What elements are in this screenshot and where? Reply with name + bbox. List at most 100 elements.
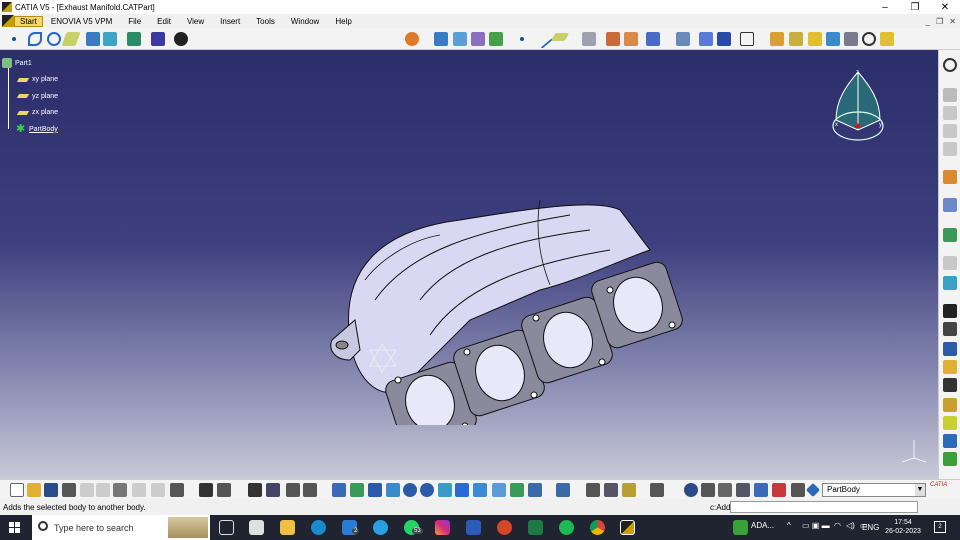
groove-icon[interactable] bbox=[943, 142, 957, 156]
file-explorer-icon[interactable] bbox=[280, 520, 295, 535]
hide-icon[interactable] bbox=[510, 483, 524, 497]
windows-start-icon[interactable] bbox=[9, 522, 20, 533]
boundary-icon[interactable] bbox=[646, 32, 660, 46]
excel-icon[interactable] bbox=[528, 520, 543, 535]
3d-viewport[interactable]: Part1 xy plane yz plane zx plane ✱ PartB… bbox=[0, 50, 938, 479]
chamfer-icon[interactable] bbox=[943, 304, 957, 318]
datum-icon[interactable] bbox=[736, 483, 750, 497]
clock[interactable]: 17:54 26-02-2023 bbox=[880, 518, 926, 536]
excel-tray-icon[interactable] bbox=[733, 520, 748, 535]
law-icon[interactable] bbox=[286, 483, 300, 497]
body-combo[interactable]: PartBody ▼ bbox=[822, 483, 926, 497]
compass-toggle-icon[interactable] bbox=[943, 58, 957, 72]
tools-icon[interactable] bbox=[174, 32, 188, 46]
trim-icon[interactable] bbox=[624, 32, 638, 46]
table-icon[interactable] bbox=[248, 483, 262, 497]
task-view-icon[interactable] bbox=[219, 520, 234, 535]
language-indicator[interactable]: ENG bbox=[862, 523, 879, 532]
fly-mode-icon[interactable] bbox=[332, 483, 346, 497]
measure-between-icon[interactable] bbox=[586, 483, 600, 497]
pattern-icon[interactable] bbox=[717, 32, 731, 46]
tray-app-icons[interactable]: ▭ ▣ ▬ bbox=[802, 521, 830, 530]
doc-minimize-button[interactable]: _ bbox=[926, 17, 930, 26]
shaft-icon[interactable] bbox=[943, 124, 957, 138]
instagram-icon[interactable] bbox=[435, 520, 450, 535]
extract-icon[interactable] bbox=[740, 32, 754, 46]
point-tool-icon[interactable] bbox=[520, 37, 524, 41]
remove-lump-icon[interactable] bbox=[772, 483, 786, 497]
boolean-icon[interactable] bbox=[943, 452, 957, 466]
spline-icon[interactable] bbox=[28, 32, 42, 46]
circle-icon[interactable] bbox=[47, 32, 61, 46]
open-icon[interactable] bbox=[27, 483, 41, 497]
whats-this-icon[interactable] bbox=[170, 483, 184, 497]
axis-system-icon[interactable] bbox=[718, 483, 732, 497]
menu-file[interactable]: File bbox=[120, 17, 149, 26]
multi-view-icon[interactable] bbox=[455, 483, 469, 497]
chevron-down-icon[interactable]: ▼ bbox=[915, 484, 925, 496]
join-icon[interactable] bbox=[582, 32, 596, 46]
menu-insert[interactable]: Insert bbox=[212, 17, 248, 26]
menu-start[interactable]: Start bbox=[14, 15, 43, 27]
extrude-icon[interactable] bbox=[86, 32, 100, 46]
draft-icon[interactable] bbox=[943, 322, 957, 336]
cut-icon[interactable] bbox=[80, 483, 94, 497]
list-icon[interactable] bbox=[791, 483, 805, 497]
inertia-icon[interactable] bbox=[622, 483, 636, 497]
menu-window[interactable]: Window bbox=[283, 17, 327, 26]
measure-item-icon[interactable] bbox=[604, 483, 618, 497]
update-icon[interactable] bbox=[556, 483, 570, 497]
material-icon[interactable] bbox=[789, 32, 803, 46]
knowledge-icon[interactable] bbox=[217, 483, 231, 497]
fillet-icon[interactable] bbox=[943, 276, 957, 290]
widgets-icon[interactable] bbox=[249, 520, 264, 535]
catia-taskbar-icon[interactable] bbox=[620, 520, 635, 535]
tree-node-part[interactable]: Part1 bbox=[2, 55, 58, 72]
revolve-icon[interactable] bbox=[103, 32, 117, 46]
chevron-up-icon[interactable]: ^ bbox=[787, 521, 791, 530]
sketch-icon[interactable] bbox=[943, 198, 957, 212]
wifi-icon[interactable]: ◠ bbox=[834, 521, 841, 530]
volume-icon[interactable]: ◁) bbox=[846, 521, 855, 530]
split-icon[interactable] bbox=[606, 32, 620, 46]
hole-icon[interactable] bbox=[943, 256, 957, 270]
sketcher-icon[interactable] bbox=[405, 32, 419, 46]
notification-icon[interactable]: 2 bbox=[934, 521, 946, 533]
shading-mode-icon[interactable] bbox=[492, 483, 506, 497]
pan-icon[interactable] bbox=[368, 483, 382, 497]
scale-icon[interactable] bbox=[943, 434, 957, 448]
redo-icon[interactable] bbox=[151, 483, 165, 497]
doc-close-button[interactable]: ✕ bbox=[949, 17, 956, 26]
solid-icon[interactable] bbox=[943, 228, 957, 242]
telegram-icon[interactable] bbox=[373, 520, 388, 535]
doc-restore-button[interactable]: ❐ bbox=[936, 17, 943, 26]
edge-icon[interactable] bbox=[311, 520, 326, 535]
fill-icon[interactable] bbox=[489, 32, 503, 46]
surface-icon[interactable] bbox=[453, 32, 467, 46]
view-mode-icon[interactable] bbox=[826, 32, 840, 46]
paste-icon[interactable] bbox=[113, 483, 127, 497]
menu-tools[interactable]: Tools bbox=[248, 17, 283, 26]
shading-icon[interactable] bbox=[808, 32, 822, 46]
photo-icon[interactable] bbox=[650, 483, 664, 497]
normal-view-icon[interactable] bbox=[438, 483, 452, 497]
iso-view-icon[interactable] bbox=[473, 483, 487, 497]
line-icon[interactable] bbox=[533, 29, 553, 49]
insert-body-icon[interactable] bbox=[754, 483, 768, 497]
close-button[interactable]: ✕ bbox=[930, 2, 960, 13]
mirror-icon[interactable] bbox=[943, 398, 957, 412]
exhaust-manifold-model[interactable] bbox=[320, 190, 690, 425]
hide-show-icon[interactable] bbox=[880, 32, 894, 46]
reorder-icon[interactable] bbox=[684, 483, 698, 497]
tree-node-zx-plane[interactable]: zx plane bbox=[2, 105, 58, 122]
compass-icon[interactable]: x y z bbox=[826, 68, 890, 148]
body-operation-icon[interactable] bbox=[701, 483, 715, 497]
catalog-icon[interactable] bbox=[266, 483, 280, 497]
tree-node-yz-plane[interactable]: yz plane bbox=[2, 88, 58, 105]
new-icon[interactable] bbox=[10, 483, 24, 497]
thickness-icon[interactable] bbox=[943, 360, 957, 374]
blend-icon[interactable] bbox=[471, 32, 485, 46]
define-work-object-icon[interactable] bbox=[805, 482, 821, 498]
fit-all-icon[interactable] bbox=[350, 483, 364, 497]
wireframe-icon[interactable] bbox=[434, 32, 448, 46]
